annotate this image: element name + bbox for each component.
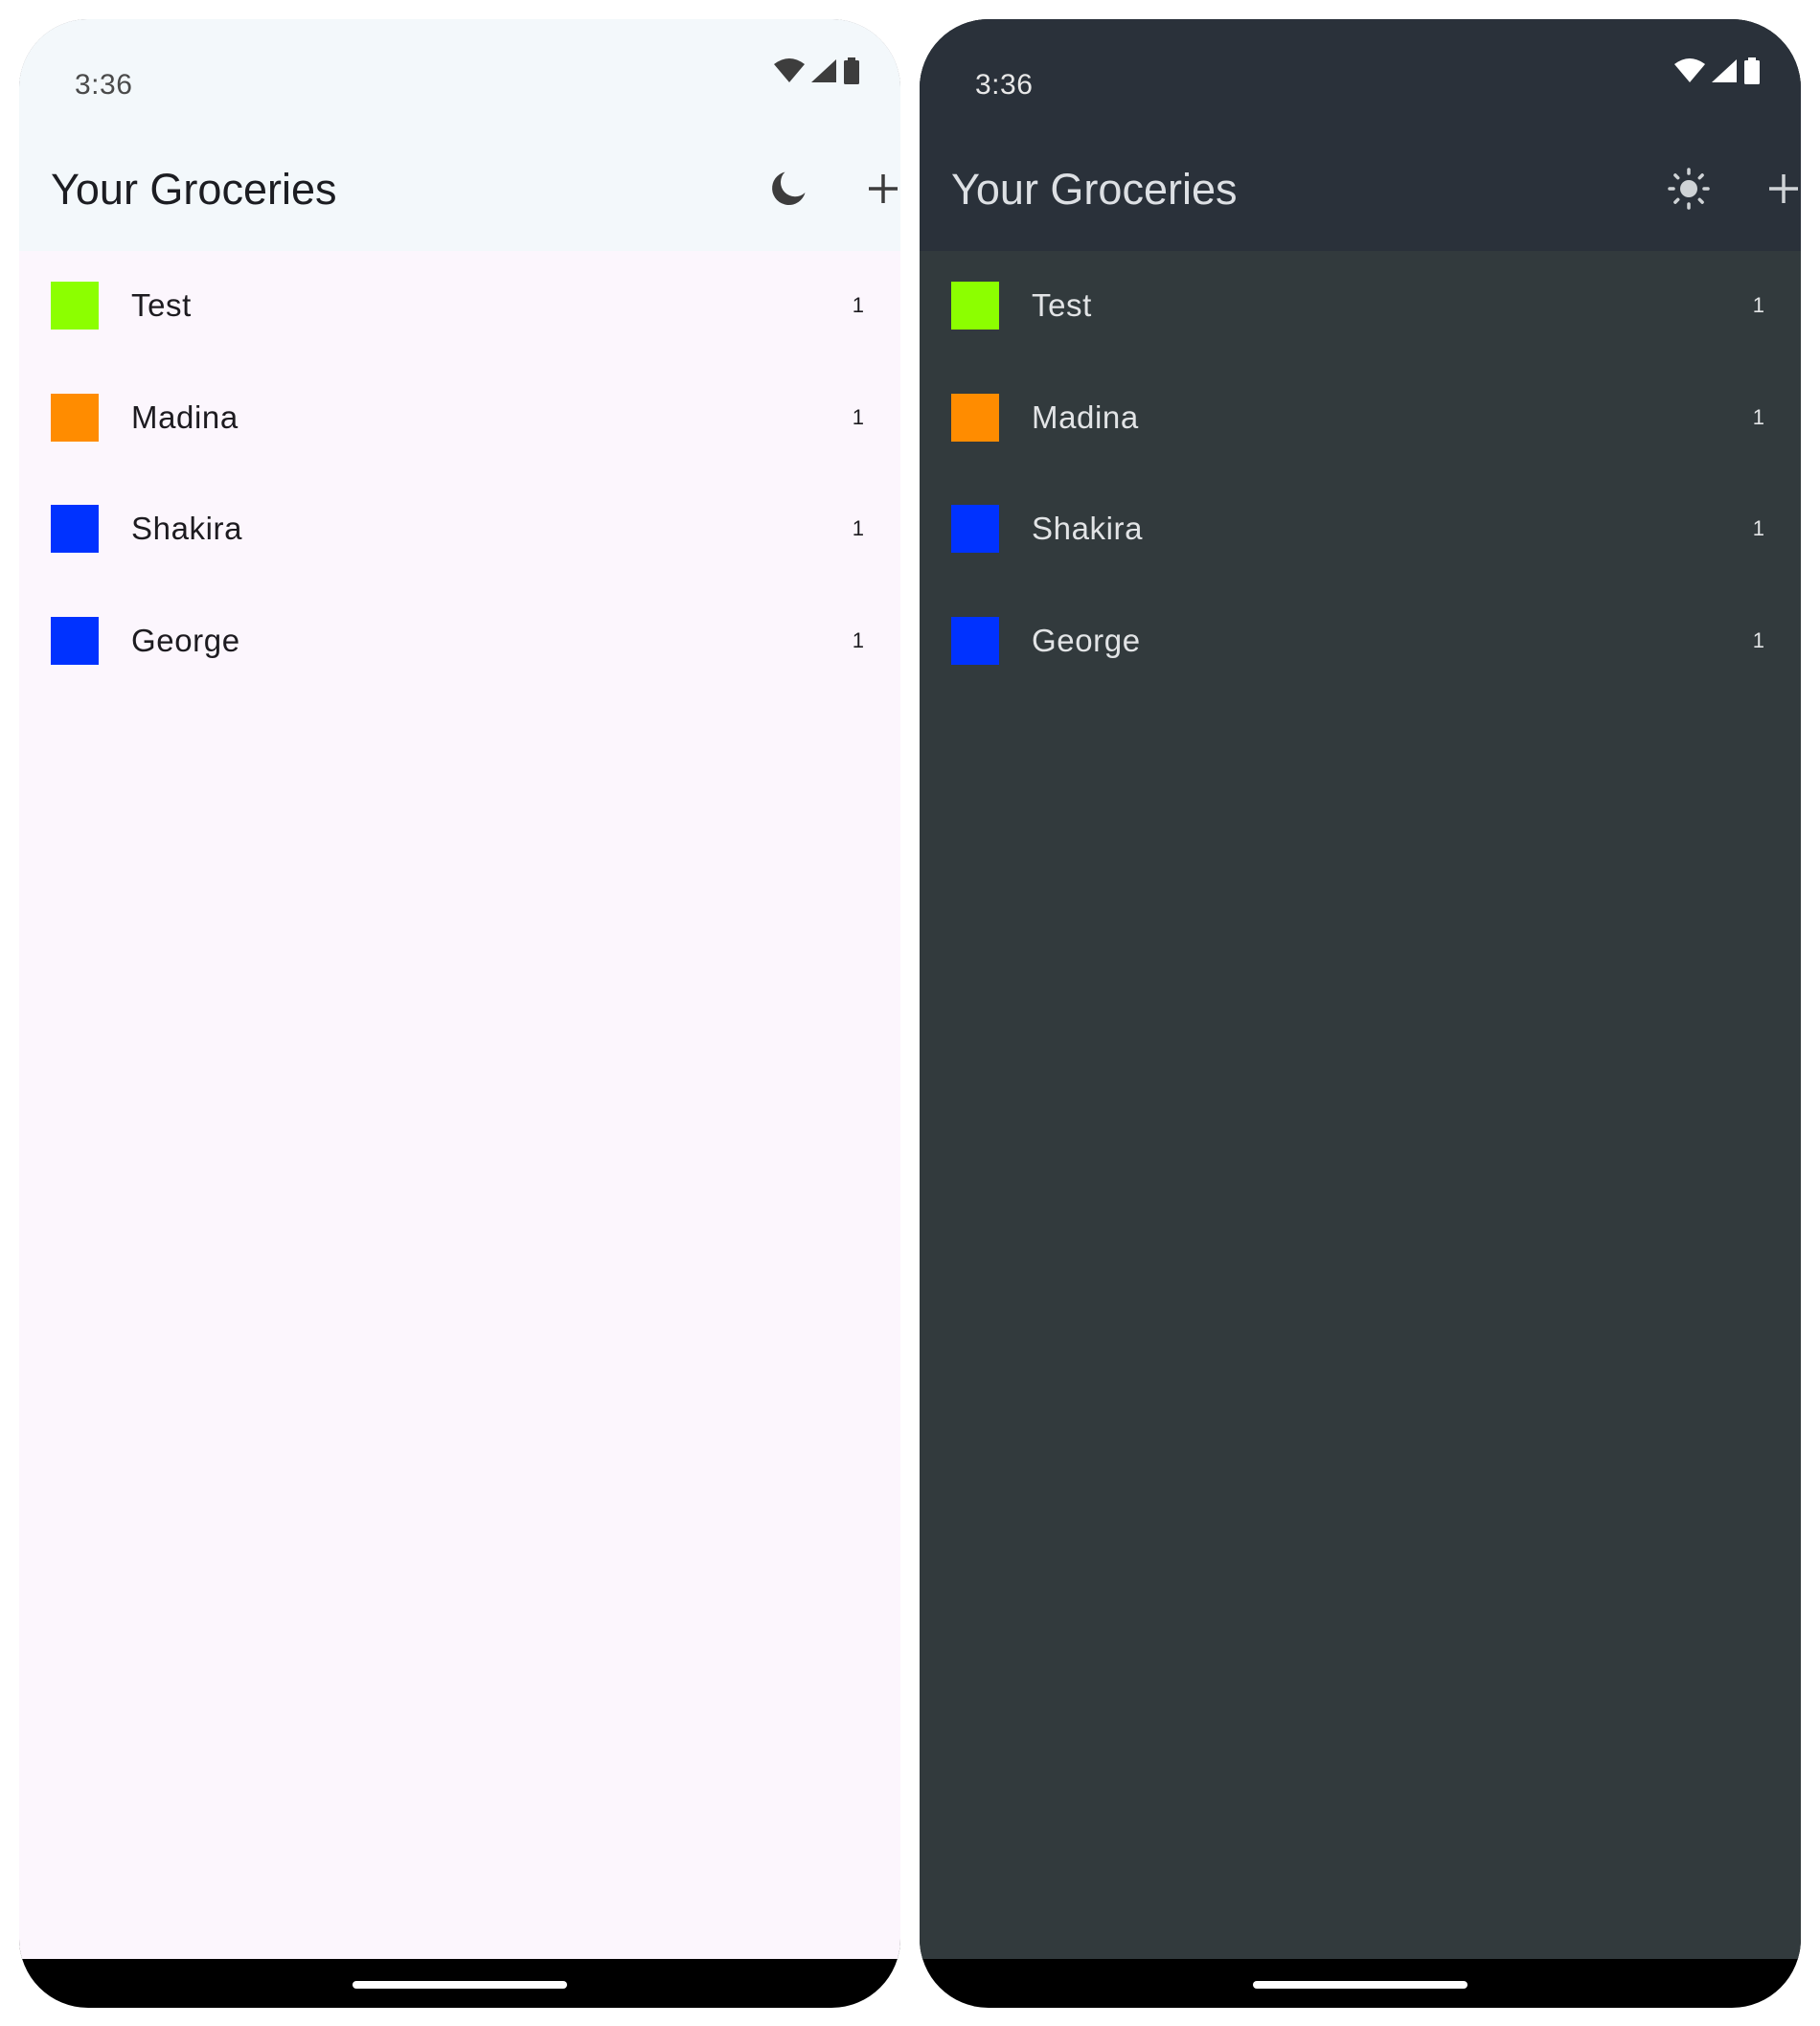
- screen-light: 3:36 Your Groceries Test 1 Madina 1 Shak…: [19, 19, 900, 1959]
- signal-icon: [1712, 59, 1737, 82]
- list-item[interactable]: Test 1: [920, 251, 1801, 363]
- phone-light: 3:36 Your Groceries Test 1 Madina 1 Shak…: [19, 19, 900, 2008]
- status-icons: [774, 57, 860, 84]
- item-name: Shakira: [131, 511, 243, 546]
- nav-handle[interactable]: [353, 1981, 567, 1989]
- item-quantity: 1: [1752, 404, 1764, 429]
- item-quantity: 1: [1752, 516, 1764, 540]
- item-quantity: 1: [852, 293, 864, 317]
- item-quantity: 1: [1752, 627, 1764, 652]
- list-item[interactable]: Shakira 1: [19, 474, 900, 586]
- screen-dark: 3:36 Your Groceries Test 1 Madina 1 Shak…: [920, 19, 1801, 1959]
- status-time: 3:36: [975, 69, 1034, 101]
- wifi-icon: [774, 58, 805, 82]
- plus-icon: [869, 174, 898, 203]
- sun-icon: [1668, 168, 1710, 210]
- item-name: George: [131, 622, 240, 658]
- item-name: Madina: [1032, 398, 1139, 435]
- battery-icon: [844, 57, 859, 84]
- battery-icon: [1744, 57, 1760, 84]
- item-name: Madina: [131, 398, 239, 435]
- color-swatch: [951, 393, 999, 442]
- theme-toggle-button[interactable]: [1649, 149, 1728, 228]
- list-item[interactable]: Madina 1: [920, 363, 1801, 475]
- plus-icon: [1769, 174, 1798, 203]
- page-title: Your Groceries: [951, 165, 1238, 214]
- page-title: Your Groceries: [51, 165, 337, 214]
- moon-icon: [772, 171, 806, 206]
- color-swatch: [51, 282, 99, 330]
- wifi-icon: [1674, 58, 1705, 82]
- status-bar: 3:36: [920, 19, 1801, 117]
- signal-icon: [811, 59, 836, 82]
- status-time: 3:36: [75, 69, 133, 101]
- grocery-list: Test 1 Madina 1 Shakira 1 George 1: [920, 251, 1801, 1959]
- theme-toggle-button[interactable]: [749, 149, 828, 228]
- color-swatch: [951, 505, 999, 553]
- list-item[interactable]: Shakira 1: [920, 474, 1801, 586]
- list-item[interactable]: Test 1: [19, 251, 900, 363]
- add-item-button[interactable]: [1744, 149, 1801, 228]
- item-name: Shakira: [1032, 511, 1144, 546]
- item-quantity: 1: [852, 627, 864, 652]
- app-bar: Your Groceries: [19, 117, 900, 251]
- nav-handle[interactable]: [1253, 1981, 1467, 1989]
- item-quantity: 1: [852, 516, 864, 540]
- app-bar: Your Groceries: [920, 117, 1801, 251]
- list-item[interactable]: George 1: [19, 586, 900, 698]
- color-swatch: [951, 616, 999, 665]
- color-swatch: [51, 616, 99, 665]
- color-swatch: [51, 505, 99, 553]
- color-swatch: [951, 282, 999, 330]
- phone-dark: 3:36 Your Groceries Test 1 Madina 1 Shak…: [920, 19, 1801, 2008]
- list-item[interactable]: Madina 1: [19, 363, 900, 475]
- status-bar: 3:36: [19, 19, 900, 117]
- item-name: Test: [131, 287, 192, 323]
- grocery-list: Test 1 Madina 1 Shakira 1 George 1: [19, 251, 900, 1959]
- item-quantity: 1: [1752, 293, 1764, 317]
- color-swatch: [51, 393, 99, 442]
- item-quantity: 1: [852, 404, 864, 429]
- list-item[interactable]: George 1: [920, 586, 1801, 698]
- add-item-button[interactable]: [844, 149, 900, 228]
- item-name: Test: [1032, 287, 1092, 323]
- status-icons: [1674, 57, 1761, 84]
- item-name: George: [1032, 622, 1141, 658]
